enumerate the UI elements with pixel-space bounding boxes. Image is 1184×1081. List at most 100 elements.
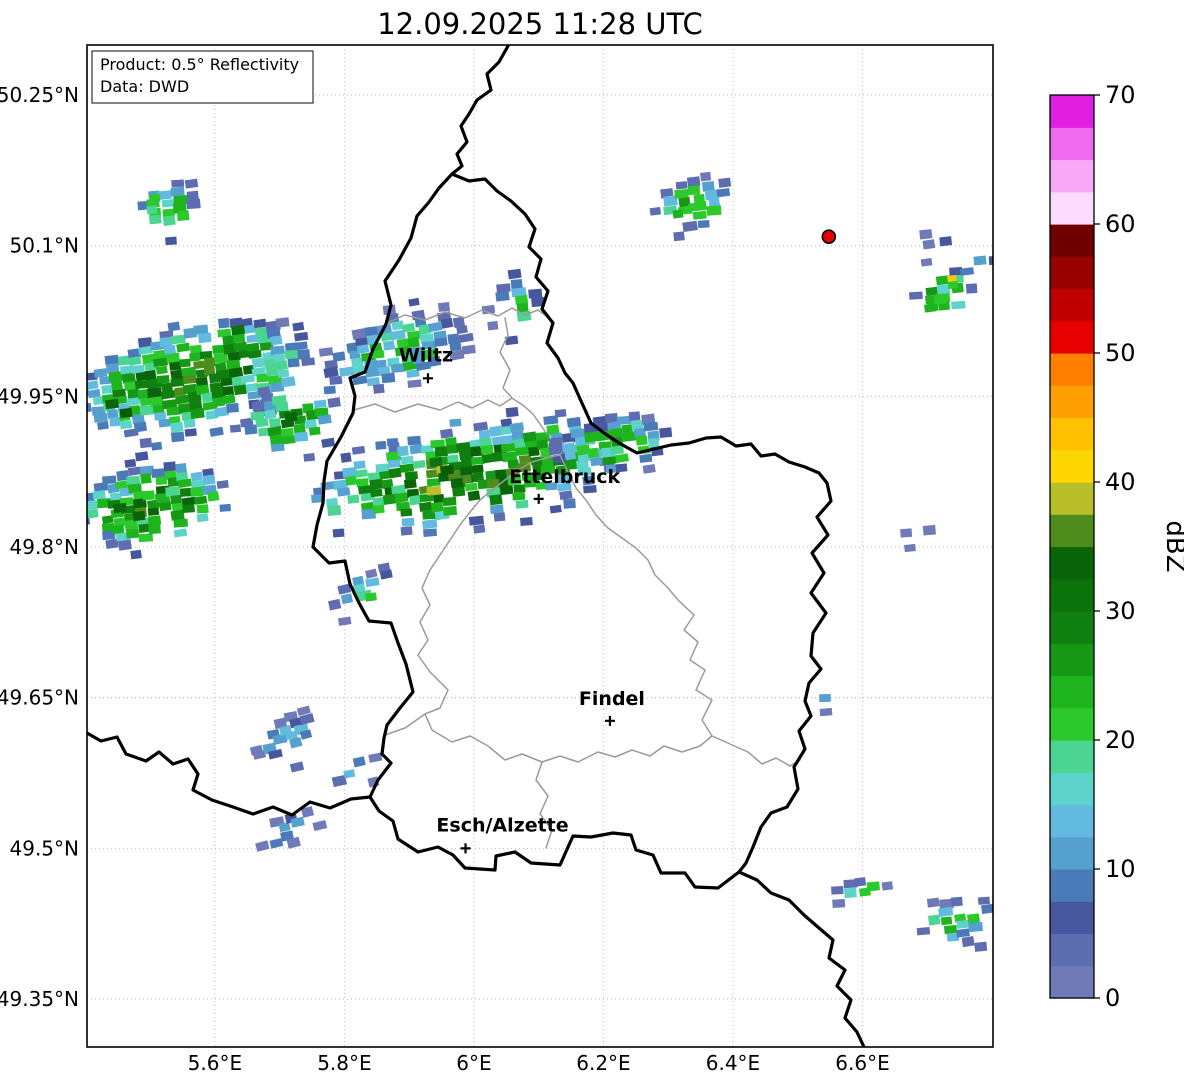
radar-cell	[179, 358, 191, 368]
radar-cell	[468, 515, 485, 526]
radar-cell	[126, 528, 140, 539]
radar-cell	[400, 455, 414, 465]
radar-cell	[422, 519, 438, 530]
radar-cell	[706, 205, 722, 216]
radar-cell	[659, 427, 673, 439]
radar-cell	[170, 377, 185, 388]
radar-cell	[464, 482, 478, 492]
radar-cell	[332, 528, 345, 538]
radar-cell	[688, 202, 700, 212]
radar-cell	[173, 518, 188, 528]
radar-cell	[697, 219, 710, 229]
colorbar-segment	[1050, 933, 1094, 967]
colorbar-segment	[1050, 611, 1094, 644]
colorbar-segment	[1050, 191, 1094, 225]
radar-cell	[916, 927, 931, 936]
radar-cell	[149, 396, 164, 407]
x-tick-label: 6.4°E	[706, 1051, 760, 1075]
radar-cell	[381, 372, 396, 384]
radar-cell	[265, 366, 279, 377]
y-tick-label: 49.35°N	[0, 987, 79, 1011]
radar-cell	[512, 492, 526, 501]
radar-cell	[156, 374, 170, 384]
radar-cell	[489, 504, 504, 514]
radar-cell	[844, 887, 857, 899]
radar-cell	[263, 409, 277, 420]
colorbar-segment	[1050, 353, 1094, 386]
radar-cell	[429, 456, 443, 468]
radar-cell	[218, 317, 230, 329]
radar-cell	[423, 528, 438, 537]
radar-cell	[140, 473, 152, 484]
radar-cell	[396, 445, 409, 457]
radar-cell	[277, 369, 290, 378]
radar-cell	[275, 317, 290, 328]
radar-cell	[447, 454, 459, 464]
colorbar-tick-label: 70	[1105, 81, 1136, 109]
radar-cell	[881, 881, 894, 891]
radar-cell	[674, 188, 689, 199]
radar-cell	[292, 321, 305, 332]
radar-map-canvas: Wiltz Ettelbruck Findel Esch/Alzette Product…	[0, 0, 1184, 1081]
radar-cell	[233, 384, 248, 396]
radar-cell	[317, 414, 332, 425]
radar-cell	[270, 335, 283, 346]
radar-cell	[940, 916, 953, 926]
radar-cell	[154, 411, 167, 421]
radar-cell	[900, 528, 913, 538]
radar-cell	[928, 914, 941, 926]
y-tick-label: 49.5°N	[10, 836, 80, 860]
radar-cell	[403, 478, 417, 489]
info-box-source-line: Data: DWD	[100, 77, 189, 96]
radar-cell	[270, 443, 285, 452]
city-label: Ettelbruck	[509, 466, 620, 488]
radar-cell	[169, 361, 182, 371]
radar-cell	[493, 512, 506, 522]
radar-cell	[189, 352, 201, 362]
radar-cell	[460, 457, 473, 468]
radar-cell	[313, 399, 327, 409]
x-tick-label: 6°E	[456, 1051, 491, 1075]
radar-cell	[170, 186, 185, 197]
radar-map-figure: Wiltz Ettelbruck Findel Esch/Alzette Product…	[0, 0, 1184, 1081]
colorbar-segment	[1050, 127, 1094, 161]
radar-cell	[961, 936, 975, 948]
radar-cell	[294, 431, 309, 442]
radar-cell	[105, 398, 119, 410]
radar-cell	[119, 407, 133, 419]
radar-cell	[353, 460, 366, 470]
colorbar-segment	[1050, 546, 1094, 580]
radar-cell	[473, 524, 486, 534]
radar-cell	[495, 291, 510, 302]
radar-cell	[904, 543, 916, 553]
colorbar-segment	[1050, 901, 1094, 935]
colorbar-tick-label: 20	[1105, 726, 1136, 754]
radar-cell	[700, 171, 712, 182]
radar-cell	[610, 445, 624, 455]
radar-cell	[301, 357, 316, 367]
colorbar-segment	[1050, 320, 1094, 354]
radar-cell	[183, 374, 197, 385]
radar-cell	[244, 424, 258, 435]
radar-cell	[965, 283, 978, 294]
x-tick-label: 6.2°E	[576, 1051, 630, 1075]
radar-cell	[692, 210, 707, 220]
radar-cell	[176, 210, 190, 222]
radar-cell	[149, 214, 162, 225]
radar-cell	[92, 490, 106, 500]
radar-cell	[323, 385, 336, 395]
radar-cell	[635, 435, 648, 446]
radar-cell	[507, 268, 522, 280]
radar-cell	[434, 446, 449, 458]
radar-cell	[190, 471, 203, 482]
radar-cell	[459, 466, 473, 476]
radar-cell	[437, 301, 450, 312]
radar-cell	[167, 321, 181, 332]
radar-cell	[142, 490, 155, 501]
radar-cell	[303, 452, 316, 462]
radar-cell	[602, 456, 617, 465]
colorbar-segment	[1050, 707, 1094, 741]
colorbar-segment	[1050, 256, 1094, 290]
radar-cell	[186, 198, 201, 210]
radar-cell	[113, 502, 127, 514]
